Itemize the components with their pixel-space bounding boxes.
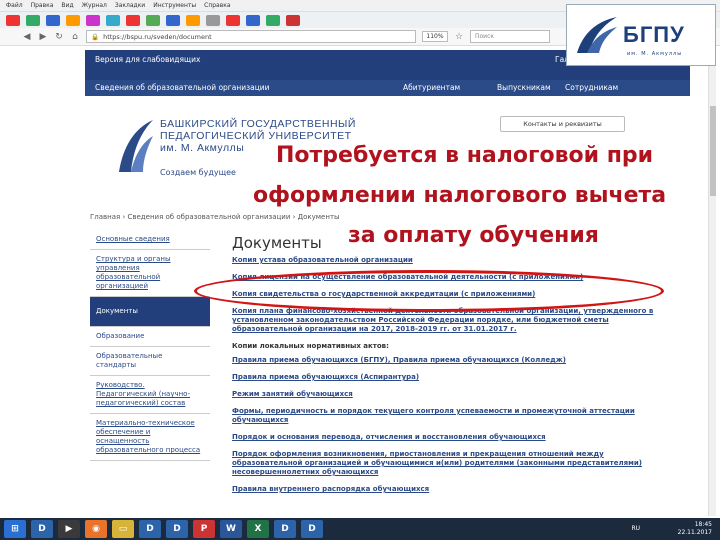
url-input[interactable]: 🔒 https://bspu.ru/sveden/document [86,30,416,43]
firefox-icon[interactable]: ◉ [85,520,107,538]
nav-applicants[interactable]: Абитуриентам [403,83,460,92]
back-icon[interactable]: ◀ [22,32,32,42]
forward-icon[interactable]: ▶ [38,32,48,42]
highlight-ellipse [194,270,664,312]
sidebar-item-staff[interactable]: Руководство. Педагогический (научно-педа… [90,376,210,414]
sidebar-item-basic-info[interactable]: Основные сведения [90,230,210,250]
page-scrollbar[interactable] [708,46,716,516]
bookmark-icon[interactable] [226,14,240,26]
clock[interactable]: 18:45 22.11.2017 [678,521,712,537]
menu-item-help[interactable]: Справка [204,2,230,9]
search-input[interactable]: Поиск [470,30,550,43]
menu-item-edit[interactable]: Правка [31,2,54,9]
bookmark-icon[interactable] [86,14,100,26]
local-acts-heading: Копии локальных нормативных актов: [232,342,389,350]
bookmark-icon[interactable] [266,14,280,26]
document-link-relations[interactable]: Порядок оформления возникновения, приост… [232,450,672,477]
lock-icon: 🔒 [91,32,100,41]
contacts-button[interactable]: Контакты и реквизиты [500,116,625,132]
bookmark-icon[interactable] [6,14,20,26]
app-d-icon[interactable]: D [139,520,161,538]
start-windows-icon[interactable]: ⊞ [4,520,26,538]
university-name-line: БАШКИРСКИЙ ГОСУДАРСТВЕННЫЙ [160,118,356,130]
logo-subtitle: им. М. Акмуллы [627,51,683,57]
menu-item-history[interactable]: Журнал [82,2,107,9]
annotation-line-2: оформлении налогового вычета [253,183,667,208]
nav-staff[interactable]: Сотрудникам [565,83,618,92]
university-name-line: ПЕДАГОГИЧЕСКИЙ УНИВЕРСИТЕТ [160,130,352,142]
document-link-transfer[interactable]: Порядок и основания перевода, отчисления… [232,433,672,442]
document-link-internal-rules[interactable]: Правила внутреннего распорядка обучающих… [232,485,672,494]
folder-icon[interactable]: ▭ [112,520,134,538]
reload-icon[interactable]: ↻ [54,32,64,42]
sidebar-item-documents[interactable]: Документы [90,297,210,327]
bookmark-icon[interactable] [26,14,40,26]
app-d-icon[interactable]: D [166,520,188,538]
clock-date: 22.11.2017 [677,529,712,536]
nav-graduates[interactable]: Выпускникам [497,83,551,92]
logo-text: БГПУ [623,22,685,47]
sidebar-item-education[interactable]: Образование [90,327,210,347]
university-emblem-icon [119,120,153,172]
bookmark-icon[interactable] [66,14,80,26]
annotation-line-1: Потребуется в налоговой при [276,143,654,168]
sidebar-item-standards[interactable]: Образовательные стандарты [90,347,210,376]
language-indicator[interactable]: RU [631,525,640,532]
bookmark-icon[interactable] [206,14,220,26]
word-icon[interactable]: W [220,520,242,538]
bookmark-icon[interactable] [46,14,60,26]
app-d-icon[interactable]: D [301,520,323,538]
menu-item-file[interactable]: Файл [6,2,23,9]
page-title: Документы [232,234,322,252]
bookmark-icon[interactable] [166,14,180,26]
sidebar: Основные сведения Структура и органы упр… [90,230,210,520]
powerpoint-icon[interactable]: P [193,520,215,538]
bookmark-icon[interactable] [286,14,300,26]
menu-item-tools[interactable]: Инструменты [153,2,196,9]
app-d-icon[interactable]: D [274,520,296,538]
sidebar-item-facilities[interactable]: Материально-техническое обеспечение и ос… [90,414,210,461]
document-link-class-schedule[interactable]: Режим занятий обучающихся [232,390,672,399]
document-link-charter[interactable]: Копия устава образовательной организации [232,256,672,265]
excel-icon[interactable]: X [247,520,269,538]
clock-time: 18:45 [694,521,712,528]
bookmark-icon[interactable] [126,14,140,26]
visually-impaired-link[interactable]: Версия для слабовидящих [95,55,200,64]
scrollbar-thumb[interactable] [710,106,716,196]
bookmark-icon[interactable] [146,14,160,26]
document-link-admission-rules[interactable]: Правила приема обучающихся (БГПУ), Прави… [232,356,672,365]
zoom-level[interactable]: 110% [422,31,448,42]
bgpu-logo: БГПУ им. М. Акмуллы [566,4,716,66]
document-link-assessment[interactable]: Формы, периодичность и порядок текущего … [232,407,672,425]
sidebar-item-structure[interactable]: Структура и органы управления образовате… [90,250,210,297]
taskbar: ⊞ D ▶ ◉ ▭ D D P W X D D RU 18:45 22.11.2… [0,518,720,540]
bgpu-emblem-icon [577,17,617,53]
bookmark-icon[interactable] [246,14,260,26]
document-link-admission-postgrad[interactable]: Правила приема обучающихся (Аспирантура) [232,373,672,382]
menu-item-view[interactable]: Вид [61,2,73,9]
university-slogan: Создаем будущее [160,168,236,177]
star-icon[interactable]: ☆ [454,32,464,42]
menu-item-bookmarks[interactable]: Закладки [115,2,145,9]
home-icon[interactable]: ⌂ [70,32,80,42]
section-title-link[interactable]: Сведения об образовательной организации [95,83,270,92]
breadcrumb[interactable]: Главная › Сведения об образовательной ор… [90,213,340,221]
media-player-icon[interactable]: ▶ [58,520,80,538]
app-d-icon[interactable]: D [31,520,53,538]
site-nav-bar: Сведения об образовательной организации … [85,80,690,96]
bookmark-icon[interactable] [186,14,200,26]
annotation-line-3: за оплату обучения [348,223,599,248]
bookmark-icon[interactable] [106,14,120,26]
url-text: https://bspu.ru/sveden/document [103,32,212,41]
